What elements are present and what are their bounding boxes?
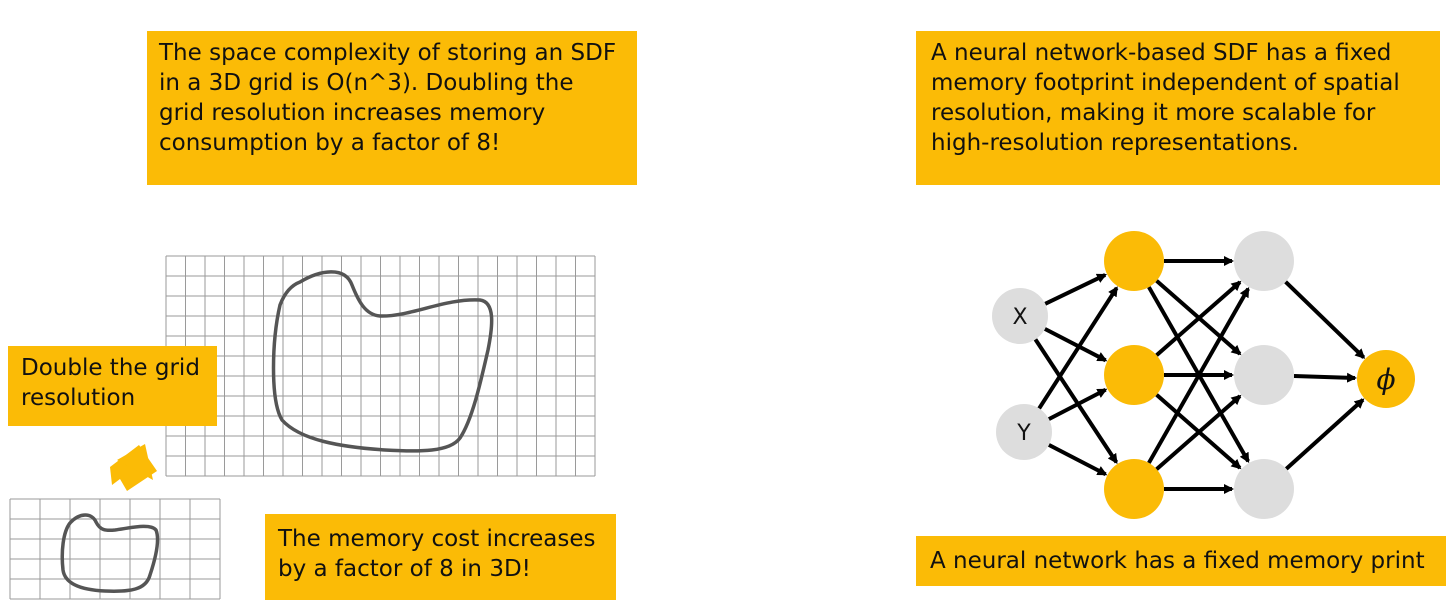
output-node-label: ϕ	[1376, 363, 1395, 396]
network-edges	[1033, 256, 1366, 494]
input-node-label: Y	[1016, 421, 1031, 446]
shape-outline-small	[60, 513, 160, 593]
fixed-memory-note: A neural network has a fixed memory prin…	[916, 536, 1446, 586]
hidden-node	[1104, 459, 1164, 519]
memory-cost-note: The memory cost increases by a factor of…	[265, 514, 616, 600]
hidden-node	[1104, 231, 1164, 291]
network-edge-arrow	[1284, 280, 1366, 359]
grid-complexity-note: The space complexity of storing an SDF i…	[147, 31, 637, 185]
hidden-node	[1234, 459, 1294, 519]
hidden-node	[1234, 345, 1294, 405]
neural-sdf-note: A neural network-based SDF has a fixed m…	[916, 31, 1440, 185]
network-edge-arrow	[1047, 443, 1108, 477]
hidden-node	[1234, 231, 1294, 291]
network-edge-arrow	[1047, 387, 1108, 421]
double-resolution-label: Double the grid resolution	[8, 346, 217, 426]
coarse-grid	[9, 498, 221, 600]
network-edge-arrow	[1293, 372, 1358, 383]
network-edge-arrow	[1284, 398, 1365, 471]
hidden-node	[1104, 345, 1164, 405]
input-node-label: X	[1012, 305, 1027, 330]
fine-grid	[165, 255, 596, 477]
network-edge-arrow	[1044, 273, 1107, 306]
